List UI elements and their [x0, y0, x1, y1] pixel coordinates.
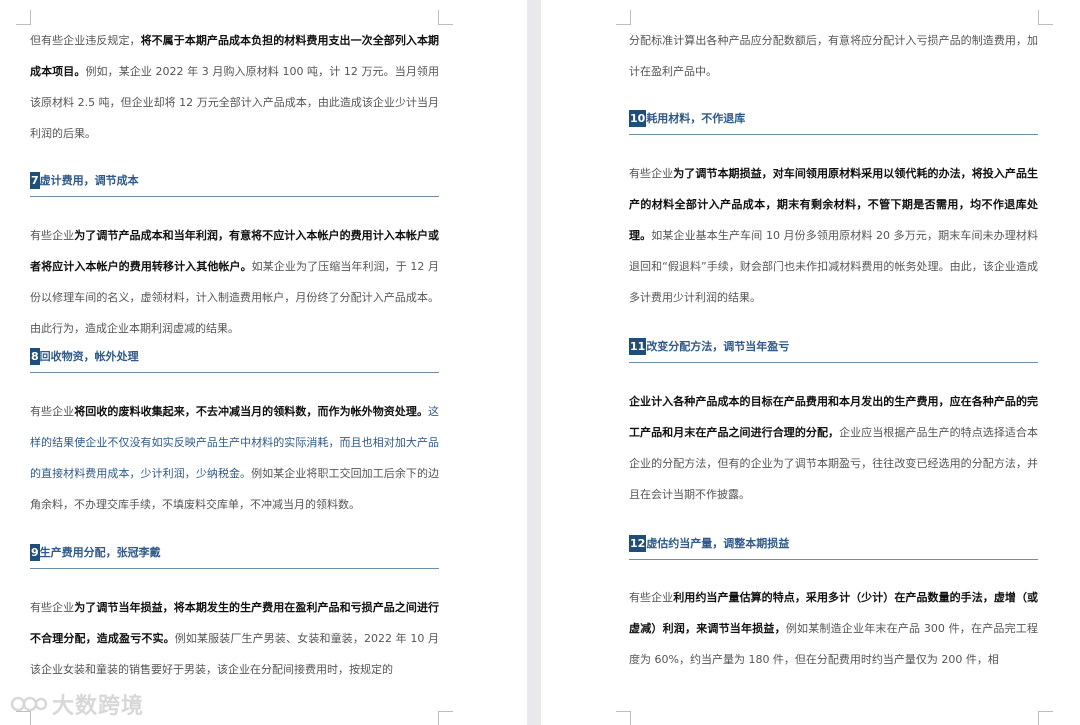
crop-mark — [438, 10, 453, 25]
paragraph: 有些企业为了调节本期损益，对车间领用原材料采用以领代耗的办法，将投入产品生产的材… — [629, 167, 1039, 304]
section-title: 虚估约当产量，调整本期损益 — [646, 537, 790, 550]
crop-mark — [1038, 10, 1053, 25]
section-title: 回收物资，帐外处理 — [39, 350, 139, 363]
crop-mark — [616, 711, 631, 725]
watermark: 大数跨境 — [10, 688, 144, 720]
section-heading-11: 11改变分配方法，调节当年盈亏 — [629, 337, 1038, 363]
section-number: 11 — [629, 338, 647, 355]
crop-mark — [438, 711, 453, 725]
paragraph: 有些企业为了调节当年损益，将本期发生的生产费用在盈利产品和亏损产品之间进行不合理… — [30, 601, 440, 676]
section-heading-7: 7虚计费用，调节成本 — [30, 171, 439, 197]
document-page-right: 分配标准计算出各种产品应分配数额后，有意将应分配计入亏损产品的制造费用，加计在盈… — [541, 0, 1080, 725]
crop-mark — [616, 10, 631, 25]
paragraph: 有些企业为了调节产品成本和当年利润，有意将不应计入本帐户的费用计入本帐户或者将应… — [30, 229, 440, 335]
section-number: 8 — [30, 348, 40, 365]
section-heading-8: 8回收物资，帐外处理 — [30, 347, 439, 373]
paragraph: 分配标准计算出各种产品应分配数额后，有意将应分配计入亏损产品的制造费用，加计在盈… — [629, 34, 1038, 78]
watermark-logo-icon — [10, 696, 48, 712]
paragraph: 有些企业利用约当产量估算的特点，采用多计（少计）在产品数量的手法，虚增（或虚减）… — [629, 591, 1039, 666]
paragraph: 有些企业将回收的废料收集起来，不去冲减当月的领料数，而作为帐外物资处理。这样的结… — [30, 405, 440, 511]
section-number: 10 — [629, 110, 647, 127]
section-number: 9 — [30, 544, 40, 561]
section-title: 耗用材料，不作退库 — [646, 112, 746, 125]
watermark-text: 大数跨境 — [52, 694, 145, 719]
crop-mark — [16, 10, 31, 25]
section-heading-9: 9生产费用分配，张冠李戴 — [30, 543, 439, 569]
paragraph: 但有些企业违反规定，将不属于本期产品成本负担的材料费用支出一次全部列入本期成本项… — [30, 34, 440, 140]
section-heading-10: 10耗用材料，不作退库 — [629, 109, 1038, 135]
section-heading-12: 12虚估约当产量，调整本期损益 — [629, 534, 1038, 560]
section-title: 改变分配方法，调节当年盈亏 — [646, 340, 790, 353]
section-number: 7 — [30, 172, 40, 189]
paragraph: 企业计入各种产品成本的目标在产品费用和本月发出的生产费用，应在各种产品的完工产品… — [629, 395, 1039, 501]
section-number: 12 — [629, 535, 647, 552]
section-title: 生产费用分配，张冠李戴 — [39, 546, 161, 559]
section-title: 虚计费用，调节成本 — [39, 174, 139, 187]
document-page-left: 但有些企业违反规定，将不属于本期产品成本负担的材料费用支出一次全部列入本期成本项… — [0, 0, 527, 725]
crop-mark — [1038, 711, 1053, 725]
